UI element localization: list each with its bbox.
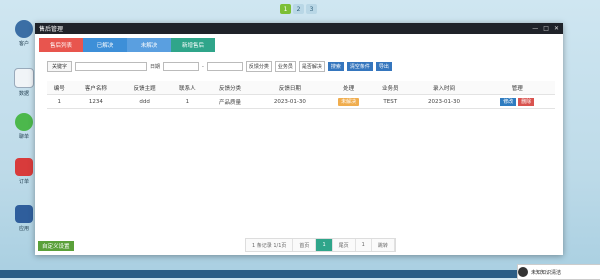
cell-feedback-date: 2023-01-30 xyxy=(254,94,326,109)
tab-unresolved[interactable]: 未解决 xyxy=(127,38,171,52)
date-end-input[interactable] xyxy=(206,62,243,71)
custom-settings-button[interactable]: 自定义设置 xyxy=(38,241,74,251)
clear-conditions-button[interactable]: 清空条件 xyxy=(346,62,373,71)
data-icon xyxy=(14,68,34,88)
desktop-icon-data[interactable]: 数据 xyxy=(10,68,38,97)
window-title: 售后管理 xyxy=(39,26,64,33)
resolved-select[interactable]: 是否解决 xyxy=(298,61,325,72)
col-status[interactable]: 处理 xyxy=(325,81,372,95)
top-pager: 1 2 3 xyxy=(280,4,317,14)
cell-customer: 1234 xyxy=(71,94,121,109)
col-id[interactable]: 编号 xyxy=(47,81,72,95)
col-feedback-date[interactable]: 反馈日期 xyxy=(254,81,326,95)
cell-topic: ddd xyxy=(120,94,170,109)
cell-id: 1 xyxy=(47,94,72,109)
export-button[interactable]: 导出 xyxy=(375,62,392,71)
table-header-row: 编号 客户名称 反馈主题 联系人 反馈分类 反馈日期 处理 业务员 录入时间 管… xyxy=(47,81,555,95)
page-1-button[interactable]: 1 xyxy=(316,239,333,251)
edit-button[interactable]: 修改 xyxy=(500,98,517,106)
notification-text: 未知知识清洁 xyxy=(531,269,562,276)
cell-salesperson: TEST xyxy=(371,94,409,109)
first-page-button[interactable]: 首页 xyxy=(293,239,317,251)
desktop-icon-chat[interactable]: 聊单 xyxy=(10,113,38,140)
maximize-icon[interactable]: □ xyxy=(543,25,549,32)
cell-entry-time: 2023-01-30 xyxy=(408,94,480,109)
close-icon[interactable]: ✕ xyxy=(554,25,559,32)
desktop-icon-orders[interactable]: 订单 xyxy=(10,158,38,185)
col-manage: 管理 xyxy=(479,81,555,95)
desktop-icon-customer[interactable]: 客户 xyxy=(10,20,38,47)
last-page-button[interactable]: 尾页 xyxy=(333,239,356,251)
col-category[interactable]: 反馈分类 xyxy=(205,81,255,95)
tab-new-after-sales[interactable]: 新增售后 xyxy=(171,38,215,52)
col-contact[interactable]: 联系人 xyxy=(169,81,206,95)
col-entry-time[interactable]: 录入时间 xyxy=(408,81,480,95)
tab-after-sales-list[interactable]: 售后列表 xyxy=(39,38,83,52)
desktop-icon-apps[interactable]: 应用 xyxy=(10,205,38,232)
apps-icon xyxy=(15,205,33,223)
category-select[interactable]: 反馈分类 xyxy=(245,61,272,72)
pagination: 1 条记录 1/1页 首页 1 尾页 1 跳转 xyxy=(245,238,396,252)
cell-category: 产品质量 xyxy=(205,94,255,109)
top-page-2[interactable]: 2 xyxy=(293,4,304,14)
jump-button[interactable]: 跳转 xyxy=(372,239,395,251)
pagination-summary: 1 条记录 1/1页 xyxy=(246,239,294,251)
after-sales-window: 售后管理 — □ ✕ 售后列表 已解决 未解决 新增售后 关键字 日期 - 反馈… xyxy=(35,23,563,255)
tab-resolved[interactable]: 已解决 xyxy=(83,38,127,52)
customer-icon xyxy=(15,20,33,38)
minimize-icon[interactable]: — xyxy=(532,25,538,32)
taskbar xyxy=(0,270,600,278)
keyword-input[interactable] xyxy=(75,62,148,71)
chat-icon xyxy=(15,113,33,131)
cell-contact: 1 xyxy=(169,94,206,109)
after-sales-table: 编号 客户名称 反馈主题 联系人 反馈分类 反馈日期 处理 业务员 录入时间 管… xyxy=(47,81,555,109)
date-label: 日期 xyxy=(150,64,161,70)
delete-button[interactable]: 删除 xyxy=(518,98,535,106)
top-page-3[interactable]: 3 xyxy=(306,4,317,14)
cell-manage: 修改 删除 xyxy=(479,94,555,109)
table-row[interactable]: 1 1234 ddd 1 产品质量 2023-01-30 未解决 TEST 20… xyxy=(47,94,555,109)
date-separator: - xyxy=(202,63,204,70)
jump-page-input[interactable]: 1 xyxy=(356,239,372,251)
col-customer[interactable]: 客户名称 xyxy=(71,81,121,95)
keyword-label: 关键字 xyxy=(47,61,73,72)
avatar xyxy=(518,267,528,277)
date-start-input[interactable] xyxy=(163,62,200,71)
orders-icon xyxy=(15,158,33,176)
col-topic[interactable]: 反馈主题 xyxy=(120,81,170,95)
search-button[interactable]: 搜索 xyxy=(327,62,344,71)
tab-bar: 售后列表 已解决 未解决 新增售后 xyxy=(39,38,215,52)
salesperson-select[interactable]: 业务员 xyxy=(274,61,296,72)
top-page-1[interactable]: 1 xyxy=(280,4,291,14)
window-titlebar[interactable]: 售后管理 — □ ✕ xyxy=(35,23,563,34)
filter-bar: 关键字 日期 - 反馈分类 业务员 是否解决 搜索 清空条件 导出 xyxy=(47,61,392,72)
cell-status: 未解决 xyxy=(325,94,372,109)
col-salesperson[interactable]: 业务员 xyxy=(371,81,409,95)
status-badge: 未解决 xyxy=(338,98,360,106)
